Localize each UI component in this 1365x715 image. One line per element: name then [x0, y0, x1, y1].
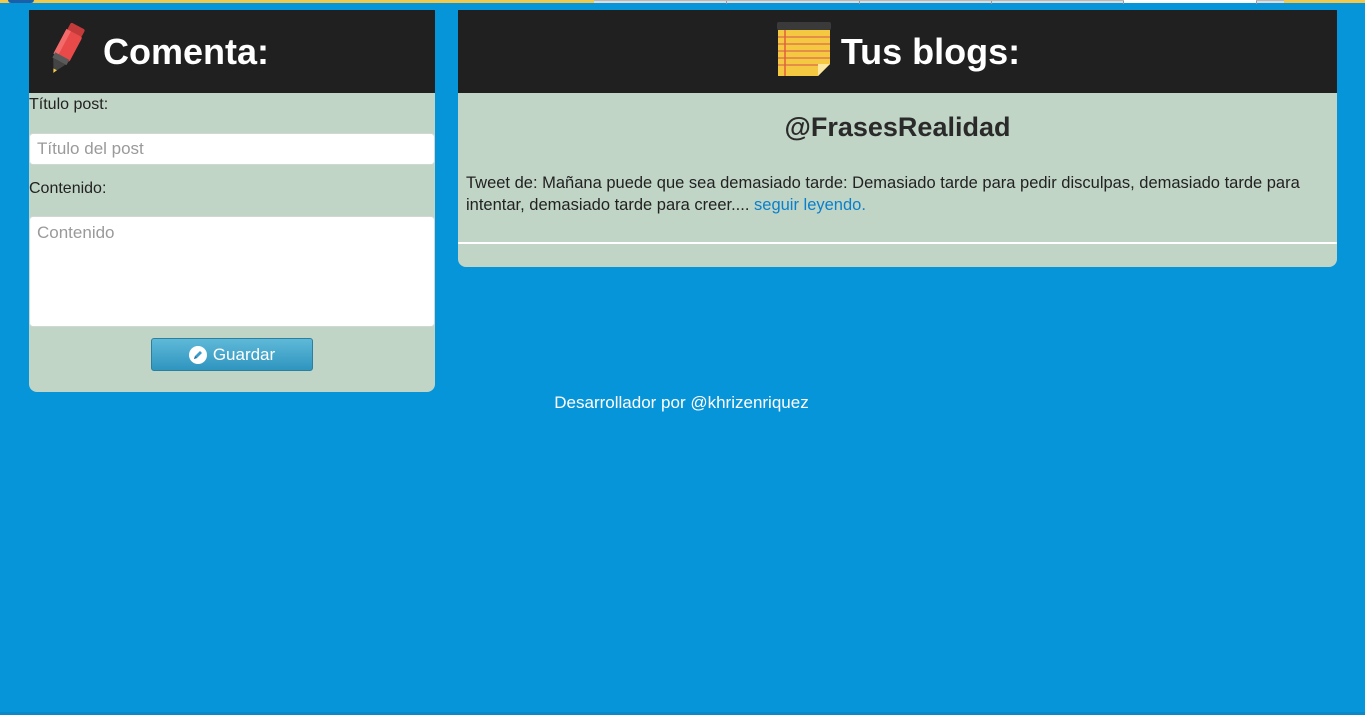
post-title-input[interactable]: [29, 133, 435, 165]
post-content-textarea[interactable]: [29, 216, 435, 327]
blogs-panel-header: Tus blogs:: [458, 10, 1337, 93]
blogs-heading: Tus blogs:: [840, 30, 1021, 72]
read-more-link[interactable]: seguir leyendo.: [754, 196, 866, 214]
blogs-panel: Tus blogs: @FrasesRealidad Tweet de: Mañ…: [458, 10, 1337, 267]
comment-heading: Comenta:: [103, 30, 270, 72]
save-button[interactable]: Guardar: [151, 338, 313, 371]
blog-entry: @FrasesRealidad Tweet de: Mañana puede q…: [458, 111, 1337, 216]
blog-excerpt: Tweet de: Mañana puede que sea demasiado…: [466, 172, 1329, 216]
browser-top-strip: [0, 0, 1365, 4]
comment-panel-header: Comenta:: [29, 10, 435, 93]
save-button-row: Guardar: [29, 338, 435, 371]
content-label: Contenido:: [29, 180, 107, 197]
marker-pen-icon: [43, 20, 89, 83]
footer-credit-text: Desarrollador por @khrizenriquez: [554, 393, 809, 412]
blog-excerpt-text: Tweet de: Mañana puede que sea demasiado…: [466, 174, 1300, 214]
blog-divider: [458, 242, 1337, 244]
notepad-icon: [775, 20, 833, 83]
pencil-icon: [188, 345, 207, 364]
footer-credit: Desarrollador por @khrizenriquez: [0, 393, 1365, 413]
comment-panel: Comenta: Título post: Contenido: Guardar: [29, 10, 435, 392]
browser-app-button[interactable]: [8, 0, 34, 3]
save-button-label: Guardar: [212, 344, 276, 364]
blog-author: @FrasesRealidad: [784, 112, 1011, 142]
browser-active-tab[interactable]: [1124, 0, 1256, 3]
title-label: Título post:: [29, 96, 109, 113]
